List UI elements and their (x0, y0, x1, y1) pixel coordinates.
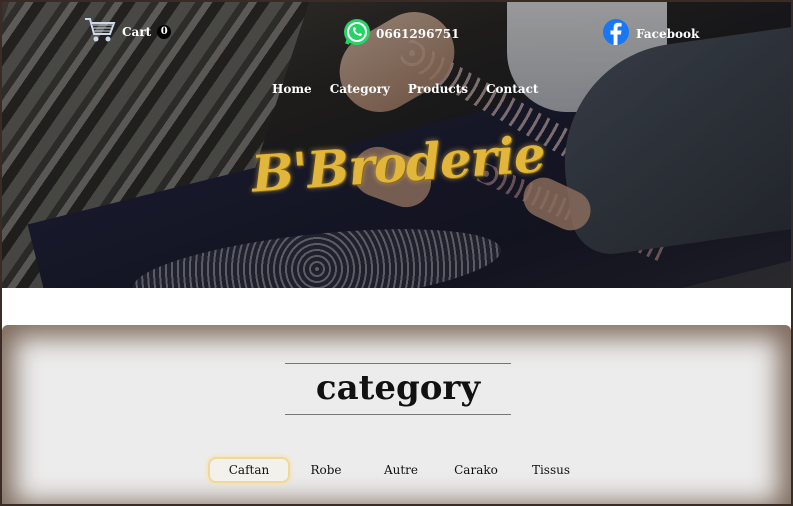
nav-category[interactable]: Category (330, 82, 390, 96)
main-nav: Home Category Products Contact (272, 82, 538, 96)
category-tabs: Caftan Robe Autre Carako Tissus (208, 457, 587, 483)
facebook-link[interactable]: Facebook (602, 18, 699, 49)
cart-icon (84, 16, 122, 47)
nav-products[interactable]: Products (408, 82, 468, 96)
cart-label: Cart (122, 24, 152, 39)
whatsapp-icon (342, 17, 376, 50)
category-heading-frame: category (285, 363, 511, 415)
category-title: category (315, 368, 481, 408)
facebook-label: Facebook (636, 26, 700, 41)
facebook-icon (602, 18, 636, 49)
nav-contact[interactable]: Contact (486, 82, 538, 96)
category-section: category Caftan Robe Autre Carako Tissus (2, 325, 791, 504)
tab-robe[interactable]: Robe (287, 459, 365, 481)
tab-tissus[interactable]: Tissus (512, 459, 590, 481)
whatsapp-link[interactable]: 0661296751 (342, 17, 460, 50)
cart-count-badge: 0 (157, 24, 172, 39)
page: Cart 0 0661296751 Facebook Home Category… (2, 2, 791, 504)
cart-link[interactable]: Cart 0 (84, 16, 172, 47)
tab-carako[interactable]: Carako (437, 459, 515, 481)
tab-caftan[interactable]: Caftan (208, 457, 290, 483)
tab-autre[interactable]: Autre (362, 459, 440, 481)
phone-number: 0661296751 (376, 26, 460, 41)
nav-home[interactable]: Home (272, 82, 312, 96)
hero-banner: Cart 0 0661296751 Facebook Home Category… (2, 2, 791, 288)
